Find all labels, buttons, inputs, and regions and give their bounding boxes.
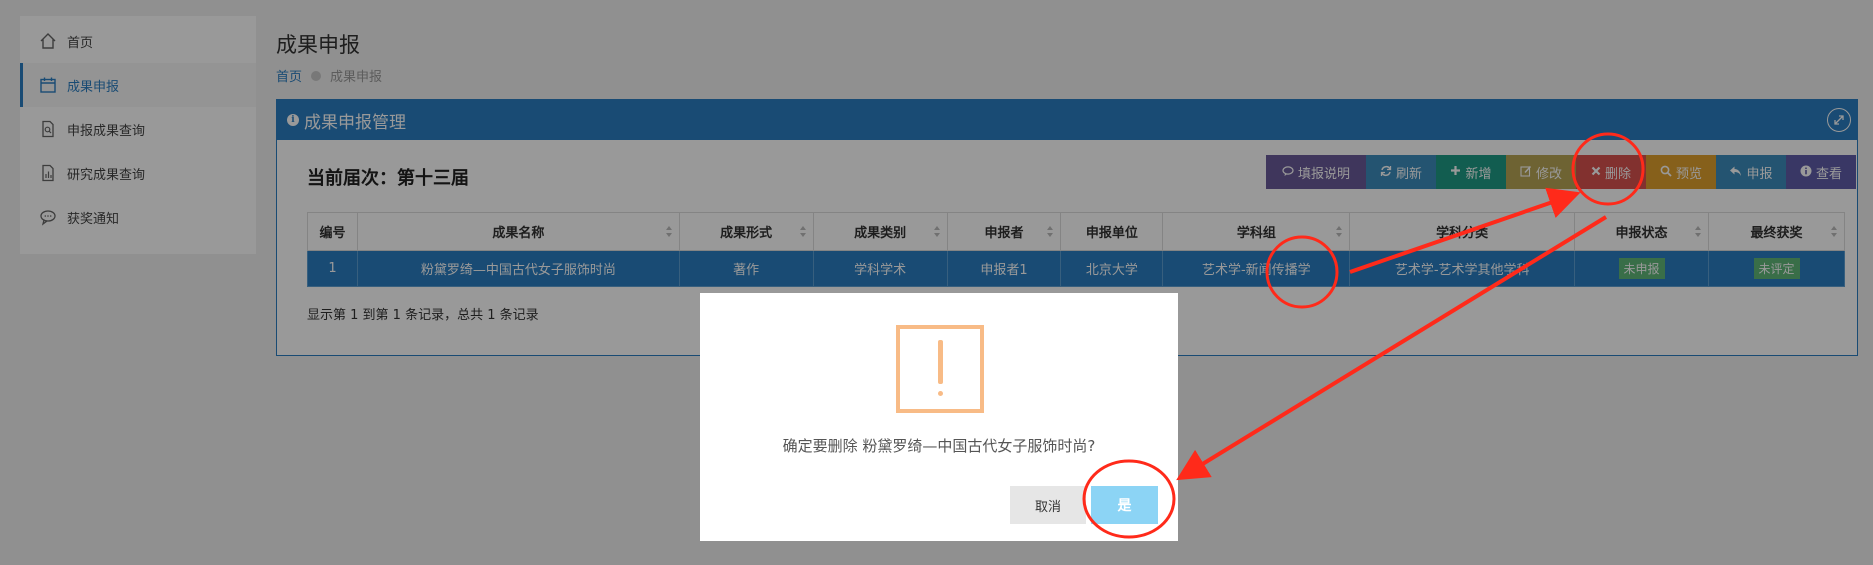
warning-icon	[896, 325, 984, 413]
confirm-dialog: 确定要删除 粉黛罗绮—中国古代女子服饰时尚? 取消 是	[700, 293, 1178, 541]
confirm-yes-button[interactable]: 是	[1091, 486, 1158, 524]
dialog-message: 确定要删除 粉黛罗绮—中国古代女子服饰时尚?	[782, 437, 1096, 455]
cancel-button[interactable]: 取消	[1010, 486, 1086, 524]
